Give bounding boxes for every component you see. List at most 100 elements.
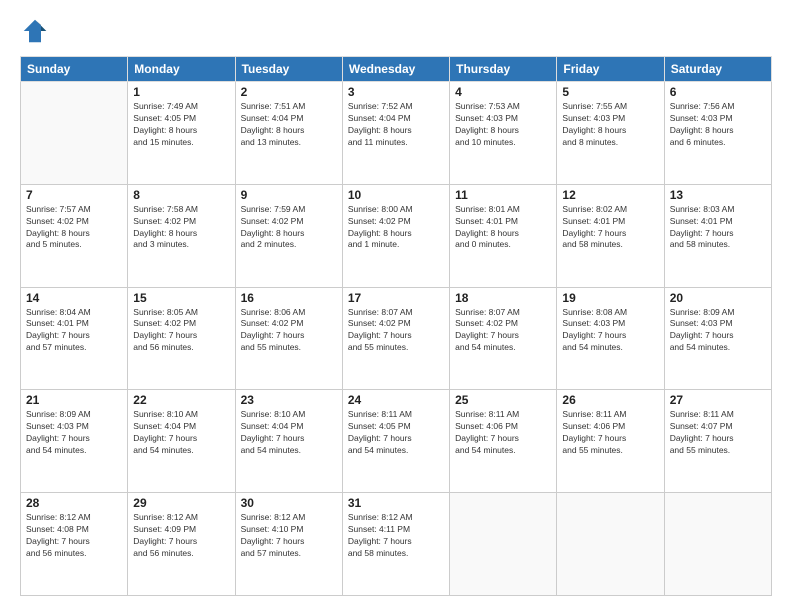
day-number: 7 [26, 188, 122, 202]
day-number: 23 [241, 393, 337, 407]
day-info: Sunrise: 8:01 AM Sunset: 4:01 PM Dayligh… [455, 204, 551, 252]
day-number: 25 [455, 393, 551, 407]
calendar-cell: 13 Sunrise: 8:03 AM Sunset: 4:01 PM Dayli… [664, 184, 771, 287]
calendar-cell: 19Sunrise: 8:08 AM Sunset: 4:03 PM Dayli… [557, 287, 664, 390]
calendar-cell: 22 Sunrise: 8:10 AM Sunset: 4:04 PM Dayli… [128, 390, 235, 493]
calendar-cell: 28 Sunrise: 8:12 AM Sunset: 4:08 PM Dayli… [21, 493, 128, 596]
calendar-cell: 10Sunrise: 8:00 AM Sunset: 4:02 PM Dayli… [342, 184, 449, 287]
day-number: 31 [348, 496, 444, 510]
day-number: 4 [455, 85, 551, 99]
calendar-cell: 5 Sunrise: 7:55 AM Sunset: 4:03 PM Daylig… [557, 82, 664, 185]
calendar-header-row: SundayMondayTuesdayWednesdayThursdayFrid… [21, 57, 772, 82]
day-info: Sunrise: 8:11 AM Sunset: 4:07 PM Dayligh… [670, 409, 766, 457]
day-number: 2 [241, 85, 337, 99]
day-number: 21 [26, 393, 122, 407]
day-info: Sunrise: 8:04 AM Sunset: 4:01 PM Dayligh… [26, 307, 122, 355]
day-number: 19 [562, 291, 658, 305]
calendar-cell: 9Sunrise: 7:59 AM Sunset: 4:02 PM Daylig… [235, 184, 342, 287]
calendar-cell: 31 Sunrise: 8:12 AM Sunset: 4:11 PM Dayli… [342, 493, 449, 596]
calendar-week-0: 1 Sunrise: 7:49 AM Sunset: 4:05 PM Daylig… [21, 82, 772, 185]
calendar-cell: 24 Sunrise: 8:11 AM Sunset: 4:05 PM Dayli… [342, 390, 449, 493]
col-header-wednesday: Wednesday [342, 57, 449, 82]
day-number: 3 [348, 85, 444, 99]
calendar-cell: 2 Sunrise: 7:51 AM Sunset: 4:04 PM Daylig… [235, 82, 342, 185]
col-header-monday: Monday [128, 57, 235, 82]
calendar-cell: 6 Sunrise: 7:56 AM Sunset: 4:03 PM Daylig… [664, 82, 771, 185]
day-info: Sunrise: 8:12 AM Sunset: 4:08 PM Dayligh… [26, 512, 122, 560]
day-number: 30 [241, 496, 337, 510]
day-number: 14 [26, 291, 122, 305]
day-info: Sunrise: 8:05 AM Sunset: 4:02 PM Dayligh… [133, 307, 229, 355]
calendar-cell: 14 Sunrise: 8:04 AM Sunset: 4:01 PM Dayli… [21, 287, 128, 390]
day-info: Sunrise: 7:55 AM Sunset: 4:03 PM Dayligh… [562, 101, 658, 149]
header [20, 16, 772, 46]
calendar-cell: 3Sunrise: 7:52 AM Sunset: 4:04 PM Daylig… [342, 82, 449, 185]
day-info: Sunrise: 8:12 AM Sunset: 4:11 PM Dayligh… [348, 512, 444, 560]
calendar-cell: 30 Sunrise: 8:12 AM Sunset: 4:10 PM Dayli… [235, 493, 342, 596]
calendar-cell: 25 Sunrise: 8:11 AM Sunset: 4:06 PM Dayli… [450, 390, 557, 493]
calendar-cell: 18Sunrise: 8:07 AM Sunset: 4:02 PM Dayli… [450, 287, 557, 390]
day-number: 22 [133, 393, 229, 407]
calendar-week-3: 21 Sunrise: 8:09 AM Sunset: 4:03 PM Dayli… [21, 390, 772, 493]
calendar-cell: 23 Sunrise: 8:10 AM Sunset: 4:04 PM Dayli… [235, 390, 342, 493]
calendar-cell: 1 Sunrise: 7:49 AM Sunset: 4:05 PM Daylig… [128, 82, 235, 185]
calendar-cell [450, 493, 557, 596]
day-info: Sunrise: 7:56 AM Sunset: 4:03 PM Dayligh… [670, 101, 766, 149]
day-info: Sunrise: 8:12 AM Sunset: 4:09 PM Dayligh… [133, 512, 229, 560]
page: SundayMondayTuesdayWednesdayThursdayFrid… [0, 0, 792, 612]
day-info: Sunrise: 8:09 AM Sunset: 4:03 PM Dayligh… [670, 307, 766, 355]
calendar-cell: 8 Sunrise: 7:58 AM Sunset: 4:02 PM Daylig… [128, 184, 235, 287]
calendar-cell: 12 Sunrise: 8:02 AM Sunset: 4:01 PM Dayli… [557, 184, 664, 287]
day-number: 16 [241, 291, 337, 305]
day-info: Sunrise: 8:07 AM Sunset: 4:02 PM Dayligh… [455, 307, 551, 355]
day-number: 27 [670, 393, 766, 407]
day-info: Sunrise: 7:53 AM Sunset: 4:03 PM Dayligh… [455, 101, 551, 149]
day-info: Sunrise: 8:11 AM Sunset: 4:06 PM Dayligh… [455, 409, 551, 457]
col-header-thursday: Thursday [450, 57, 557, 82]
col-header-tuesday: Tuesday [235, 57, 342, 82]
day-number: 17 [348, 291, 444, 305]
day-info: Sunrise: 8:12 AM Sunset: 4:10 PM Dayligh… [241, 512, 337, 560]
logo-icon [20, 16, 50, 46]
calendar-week-2: 14 Sunrise: 8:04 AM Sunset: 4:01 PM Dayli… [21, 287, 772, 390]
day-info: Sunrise: 7:58 AM Sunset: 4:02 PM Dayligh… [133, 204, 229, 252]
day-number: 13 [670, 188, 766, 202]
day-number: 29 [133, 496, 229, 510]
day-number: 24 [348, 393, 444, 407]
day-number: 28 [26, 496, 122, 510]
day-number: 6 [670, 85, 766, 99]
day-info: Sunrise: 8:03 AM Sunset: 4:01 PM Dayligh… [670, 204, 766, 252]
day-number: 12 [562, 188, 658, 202]
day-number: 8 [133, 188, 229, 202]
day-info: Sunrise: 8:09 AM Sunset: 4:03 PM Dayligh… [26, 409, 122, 457]
day-number: 15 [133, 291, 229, 305]
calendar-cell: 26Sunrise: 8:11 AM Sunset: 4:06 PM Dayli… [557, 390, 664, 493]
day-info: Sunrise: 8:10 AM Sunset: 4:04 PM Dayligh… [241, 409, 337, 457]
day-info: Sunrise: 8:02 AM Sunset: 4:01 PM Dayligh… [562, 204, 658, 252]
day-number: 1 [133, 85, 229, 99]
day-info: Sunrise: 8:06 AM Sunset: 4:02 PM Dayligh… [241, 307, 337, 355]
day-number: 26 [562, 393, 658, 407]
calendar: SundayMondayTuesdayWednesdayThursdayFrid… [20, 56, 772, 596]
logo [20, 16, 54, 46]
day-info: Sunrise: 7:57 AM Sunset: 4:02 PM Dayligh… [26, 204, 122, 252]
calendar-cell [664, 493, 771, 596]
day-number: 5 [562, 85, 658, 99]
col-header-sunday: Sunday [21, 57, 128, 82]
day-info: Sunrise: 8:11 AM Sunset: 4:05 PM Dayligh… [348, 409, 444, 457]
calendar-cell: 17Sunrise: 8:07 AM Sunset: 4:02 PM Dayli… [342, 287, 449, 390]
day-number: 10 [348, 188, 444, 202]
day-number: 11 [455, 188, 551, 202]
day-info: Sunrise: 8:10 AM Sunset: 4:04 PM Dayligh… [133, 409, 229, 457]
calendar-cell: 7 Sunrise: 7:57 AM Sunset: 4:02 PM Daylig… [21, 184, 128, 287]
calendar-cell: 4 Sunrise: 7:53 AM Sunset: 4:03 PM Daylig… [450, 82, 557, 185]
calendar-cell: 11 Sunrise: 8:01 AM Sunset: 4:01 PM Dayli… [450, 184, 557, 287]
calendar-cell: 27 Sunrise: 8:11 AM Sunset: 4:07 PM Dayli… [664, 390, 771, 493]
calendar-week-1: 7 Sunrise: 7:57 AM Sunset: 4:02 PM Daylig… [21, 184, 772, 287]
calendar-cell [557, 493, 664, 596]
col-header-friday: Friday [557, 57, 664, 82]
calendar-cell: 21 Sunrise: 8:09 AM Sunset: 4:03 PM Dayli… [21, 390, 128, 493]
day-info: Sunrise: 7:49 AM Sunset: 4:05 PM Dayligh… [133, 101, 229, 149]
calendar-cell: 20Sunrise: 8:09 AM Sunset: 4:03 PM Dayli… [664, 287, 771, 390]
day-info: Sunrise: 7:51 AM Sunset: 4:04 PM Dayligh… [241, 101, 337, 149]
